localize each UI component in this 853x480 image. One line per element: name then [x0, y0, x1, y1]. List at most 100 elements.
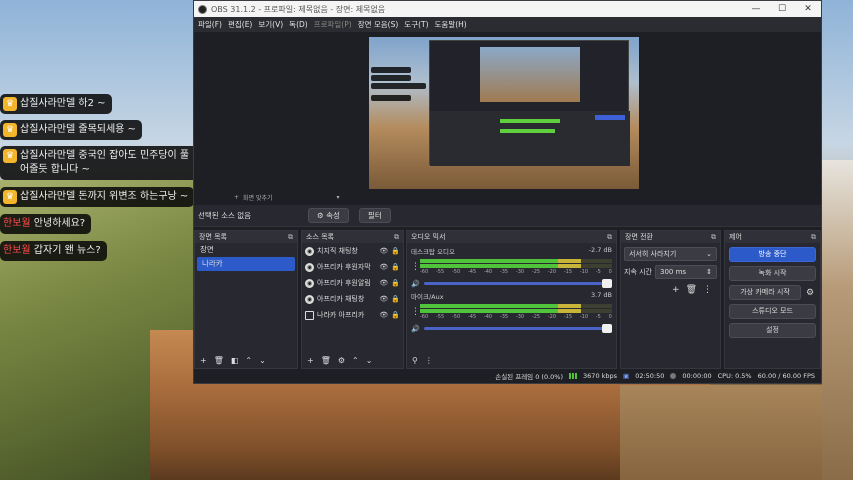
start-recording-button[interactable]: 녹화 시작: [729, 266, 816, 281]
chevron-down-icon[interactable]: ▾: [337, 194, 340, 201]
menu-view[interactable]: 보기(V): [258, 19, 283, 30]
menu-profile[interactable]: 프로파일(P): [314, 19, 352, 30]
stop-stream-button[interactable]: 방송 중단: [729, 247, 816, 262]
start-virtual-camera-button[interactable]: 가상 카메라 시작: [729, 285, 801, 300]
tick-label: -30: [515, 269, 525, 275]
nested-stream-button: [595, 115, 625, 120]
eye-icon[interactable]: 👁: [379, 295, 388, 303]
source-name: 아프리카 후원알림: [317, 279, 371, 287]
filter-icon[interactable]: ◧: [231, 356, 239, 365]
browser-icon: ◉: [305, 278, 314, 288]
chevron-down-icon: ⌄: [706, 250, 712, 258]
trash-icon[interactable]: 🗑: [321, 356, 331, 365]
studio-mode-button[interactable]: 스튜디오 모드: [729, 304, 816, 319]
source-item[interactable]: 나라카 아프리카 👁 🔒: [302, 307, 403, 323]
chevron-down-icon[interactable]: ⌄: [366, 356, 373, 365]
gear-icon[interactable]: ⚙: [804, 288, 816, 298]
chevron-up-icon[interactable]: ⌃: [352, 356, 359, 365]
source-item[interactable]: ◉ 치지직 채팅창 👁 🔒: [302, 243, 403, 259]
menu-scene-collection[interactable]: 장면 모음(S): [358, 19, 399, 30]
trash-icon[interactable]: 🗑: [686, 285, 697, 295]
eye-icon[interactable]: 👁: [379, 263, 388, 271]
lock-icon[interactable]: 🔒: [391, 295, 400, 303]
menu-edit[interactable]: 편집(E): [228, 19, 252, 30]
mixer-channel: 데스크탑 오디오 -2.7 dB ⋮ -60 -55 -50 -45 -40 -35 -30…: [407, 243, 616, 288]
undock-icon[interactable]: ⧉: [394, 233, 399, 242]
trash-icon[interactable]: 🗑: [214, 356, 224, 365]
undock-icon[interactable]: ⧉: [811, 233, 816, 242]
tick-label: -50: [451, 269, 461, 275]
more-vertical-icon[interactable]: ⋮: [703, 285, 712, 295]
close-button[interactable]: ✕: [795, 4, 821, 14]
add-icon[interactable]: +: [307, 356, 314, 365]
lock-icon[interactable]: 🔒: [391, 311, 400, 319]
filters-button[interactable]: 필터: [358, 208, 391, 223]
maximize-button[interactable]: ☐: [769, 4, 795, 14]
menu-tools[interactable]: 도구(T): [404, 19, 428, 30]
mixer-channel: 마이크/Aux 3.7 dB ⋮ -60 -55 -50 -45 -40 -35 -30 -2…: [407, 288, 616, 333]
menu-bar: 파일(F) 편집(E) 보기(V) 독(D) 프로파일(P) 장면 모음(S) …: [194, 17, 821, 32]
undock-icon[interactable]: ⧉: [711, 233, 716, 242]
gear-icon[interactable]: ⚙: [338, 356, 345, 365]
minimize-button[interactable]: —: [743, 4, 769, 14]
title-bar[interactable]: OBS 31.1.2 - 프로파일: 제목없음 - 장면: 제목없음 — ☐ ✕: [194, 1, 821, 17]
meter-fill: [420, 304, 559, 308]
preview-area: [194, 32, 821, 192]
selected-source-label: 선택된 소스 없음: [198, 211, 252, 220]
scene-item-selected[interactable]: 나라카: [197, 257, 295, 271]
menu-file[interactable]: 파일(F): [198, 19, 222, 30]
controls-dock: 제어 ⧉ 방송 중단 녹화 시작 가상 카메라 시작 ⚙ 스튜디오 모드 설정: [724, 230, 821, 369]
link-icon[interactable]: ⚲: [412, 356, 418, 365]
source-item[interactable]: ◉ 아프리카 후원자막 👁 🔒: [302, 259, 403, 275]
stepper-icon[interactable]: ⇕: [706, 266, 712, 278]
add-icon[interactable]: +: [200, 356, 207, 365]
lock-icon[interactable]: 🔒: [391, 279, 400, 287]
menu-help[interactable]: 도움말(H): [435, 19, 467, 30]
transition-select[interactable]: 서서히 사라지기 ⌄: [624, 247, 717, 261]
volume-slider[interactable]: [423, 279, 612, 288]
window-title: OBS 31.1.2 - 프로파일: 제목없음 - 장면: 제목없음: [211, 4, 386, 14]
bitrate: 3670 kbps: [583, 372, 618, 380]
duration-input[interactable]: 300 ms ⇕: [655, 265, 717, 279]
volume-slider[interactable]: [423, 324, 612, 333]
stream-icon: ▣: [623, 372, 630, 380]
undock-icon[interactable]: ⧉: [288, 233, 293, 242]
lock-icon[interactable]: 🔒: [391, 263, 400, 271]
tick-label: -45: [467, 314, 477, 320]
eye-icon[interactable]: 👁: [379, 311, 388, 319]
tick-label: -5: [595, 314, 601, 320]
zoom-label[interactable]: 화면 맞추기: [243, 193, 273, 202]
meter-ticks: -60 -55 -50 -45 -40 -35 -30 -25 -20 -15 -10 -5 0: [420, 269, 612, 275]
eye-icon[interactable]: 👁: [379, 247, 388, 255]
scene-item[interactable]: 장면: [195, 243, 297, 257]
source-item[interactable]: ◉ 아프리카 채팅창 👁 🔒: [302, 291, 403, 307]
properties-button[interactable]: ⚙ 속성: [308, 208, 349, 223]
speaker-icon[interactable]: 🔊: [411, 325, 420, 333]
speaker-icon[interactable]: 🔊: [411, 280, 420, 288]
settings-button[interactable]: 설정: [729, 323, 816, 338]
lock-icon[interactable]: 🔒: [391, 247, 400, 255]
program-preview[interactable]: [369, 37, 639, 189]
source-item[interactable]: ◉ 아프리카 후원알림 👁 🔒: [302, 275, 403, 291]
more-vertical-icon[interactable]: ⋮: [425, 356, 433, 365]
menu-dock[interactable]: 독(D): [289, 19, 308, 30]
chat-message: ♛ 삽질사라만델 돈까지 위변조 하는구낭 ~: [0, 187, 195, 207]
nested-meter: [500, 119, 560, 123]
undock-icon[interactable]: ⧉: [607, 233, 612, 242]
more-vertical-icon[interactable]: ⋮: [411, 307, 420, 317]
tick-label: -45: [467, 269, 477, 275]
chevron-up-icon[interactable]: ⌃: [245, 356, 252, 365]
chat-text-cont: 어줄듯 합니다 ~: [20, 164, 90, 175]
preview-chat: [371, 95, 411, 101]
more-vertical-icon[interactable]: ⋮: [411, 262, 420, 272]
eye-icon[interactable]: 👁: [379, 279, 388, 287]
tick-label: -55: [435, 314, 445, 320]
cpu-usage: CPU: 0.5%: [717, 372, 752, 380]
chevron-down-icon[interactable]: ⌄: [259, 356, 266, 365]
slider-thumb[interactable]: [602, 279, 612, 288]
tick-label: -20: [547, 314, 557, 320]
controls-title: 제어: [729, 233, 742, 241]
slider-thumb[interactable]: [602, 324, 612, 333]
add-icon[interactable]: +: [234, 194, 239, 201]
add-icon[interactable]: +: [672, 285, 680, 295]
